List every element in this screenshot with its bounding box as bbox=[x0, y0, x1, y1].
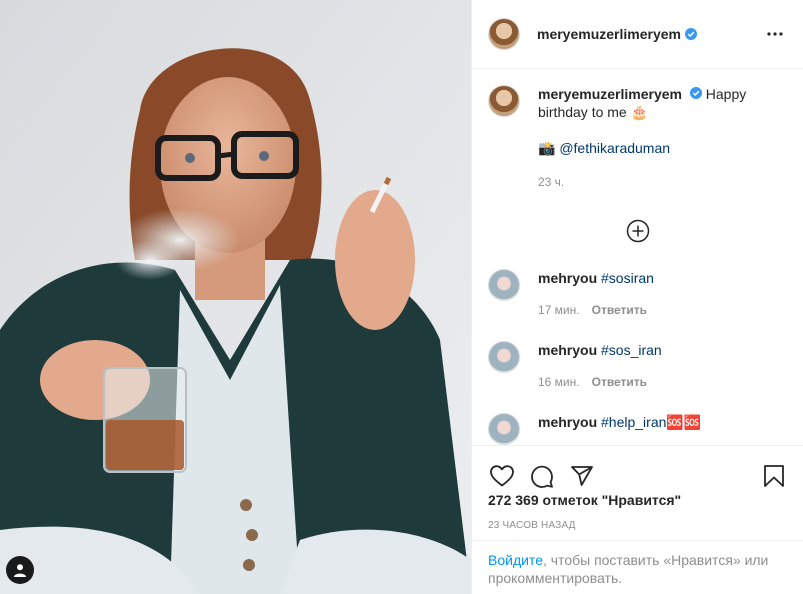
user-tag-button[interactable] bbox=[6, 556, 34, 584]
post-image bbox=[0, 0, 471, 594]
camera-emoji: 📸 bbox=[538, 140, 556, 156]
caption-body: meryemuzerlimeryem Happy birthday to me … bbox=[538, 85, 764, 191]
login-prompt: Войдите, чтобы поставить «Нравится» или … bbox=[472, 540, 803, 594]
load-more-comments-button[interactable] bbox=[488, 219, 787, 243]
comment-button[interactable] bbox=[528, 462, 556, 490]
caption-avatar[interactable] bbox=[488, 85, 520, 117]
comment-time[interactable]: 17 мин. bbox=[538, 301, 580, 319]
comment-item: mehryou #sos_iran 16 мин. Ответить bbox=[488, 341, 787, 391]
comment-item: mehryou #help_iran🆘🆘 bbox=[488, 413, 787, 445]
post-header: meryemuzerlimeryem bbox=[472, 0, 803, 69]
login-link[interactable]: Войдите bbox=[488, 552, 543, 568]
posted-time[interactable]: 23 ЧАСОВ НАЗАД bbox=[472, 520, 803, 531]
caption-username[interactable]: meryemuzerlimeryem bbox=[538, 86, 682, 102]
paper-plane-icon bbox=[571, 466, 593, 486]
comment-bubble-icon bbox=[531, 465, 553, 488]
user-tag-icon bbox=[14, 564, 26, 577]
post-side-panel: meryemuzerlimeryem meryemuzerlimeryem Ha… bbox=[471, 0, 803, 594]
commenter-username[interactable]: mehryou bbox=[538, 414, 597, 430]
commenter-avatar[interactable] bbox=[488, 269, 520, 301]
author-username-text[interactable]: meryemuzerlimeryem bbox=[537, 26, 681, 42]
verified-badge-icon bbox=[689, 87, 702, 99]
verified-badge-icon bbox=[684, 28, 697, 40]
author-avatar[interactable] bbox=[488, 18, 520, 50]
caption-time[interactable]: 23 ч. bbox=[538, 173, 764, 191]
commenter-avatar[interactable] bbox=[488, 413, 520, 445]
commenter-avatar[interactable] bbox=[488, 341, 520, 373]
post-photo[interactable] bbox=[0, 0, 471, 594]
post-actions-section: 272 369 отметок "Нравится" 23 ЧАСОВ НАЗА… bbox=[472, 445, 803, 531]
comment-hashtag[interactable]: #help_iran🆘🆘 bbox=[601, 414, 701, 430]
reply-button[interactable]: Ответить bbox=[592, 373, 647, 391]
save-button[interactable] bbox=[760, 462, 788, 490]
plus-circle-icon bbox=[626, 219, 649, 243]
commenter-username[interactable]: mehryou bbox=[538, 342, 597, 358]
commenter-username[interactable]: mehryou bbox=[538, 270, 597, 286]
likes-count[interactable]: 272 369 отметок "Нравится" bbox=[472, 492, 803, 508]
action-bar bbox=[472, 446, 803, 496]
heart-icon bbox=[490, 465, 514, 487]
caption-mention[interactable]: @fethikaraduman bbox=[559, 140, 670, 156]
author-username[interactable]: meryemuzerlimeryem bbox=[537, 26, 697, 42]
comments-list[interactable]: meryemuzerlimeryem Happy birthday to me … bbox=[472, 69, 803, 445]
reply-button[interactable]: Ответить bbox=[592, 301, 647, 319]
like-button[interactable] bbox=[488, 462, 516, 490]
bookmark-icon bbox=[764, 465, 784, 487]
more-options-button[interactable] bbox=[763, 22, 787, 46]
comment-hashtag[interactable]: #sosiran bbox=[601, 270, 654, 286]
more-dots-icon bbox=[767, 32, 783, 36]
caption: meryemuzerlimeryem Happy birthday to me … bbox=[488, 85, 787, 191]
comment-hashtag[interactable]: #sos_iran bbox=[601, 342, 662, 358]
share-button[interactable] bbox=[568, 462, 596, 490]
comment-item: mehryou #sosiran 17 мин. Ответить bbox=[488, 269, 787, 319]
comment-time[interactable]: 16 мин. bbox=[538, 373, 580, 391]
